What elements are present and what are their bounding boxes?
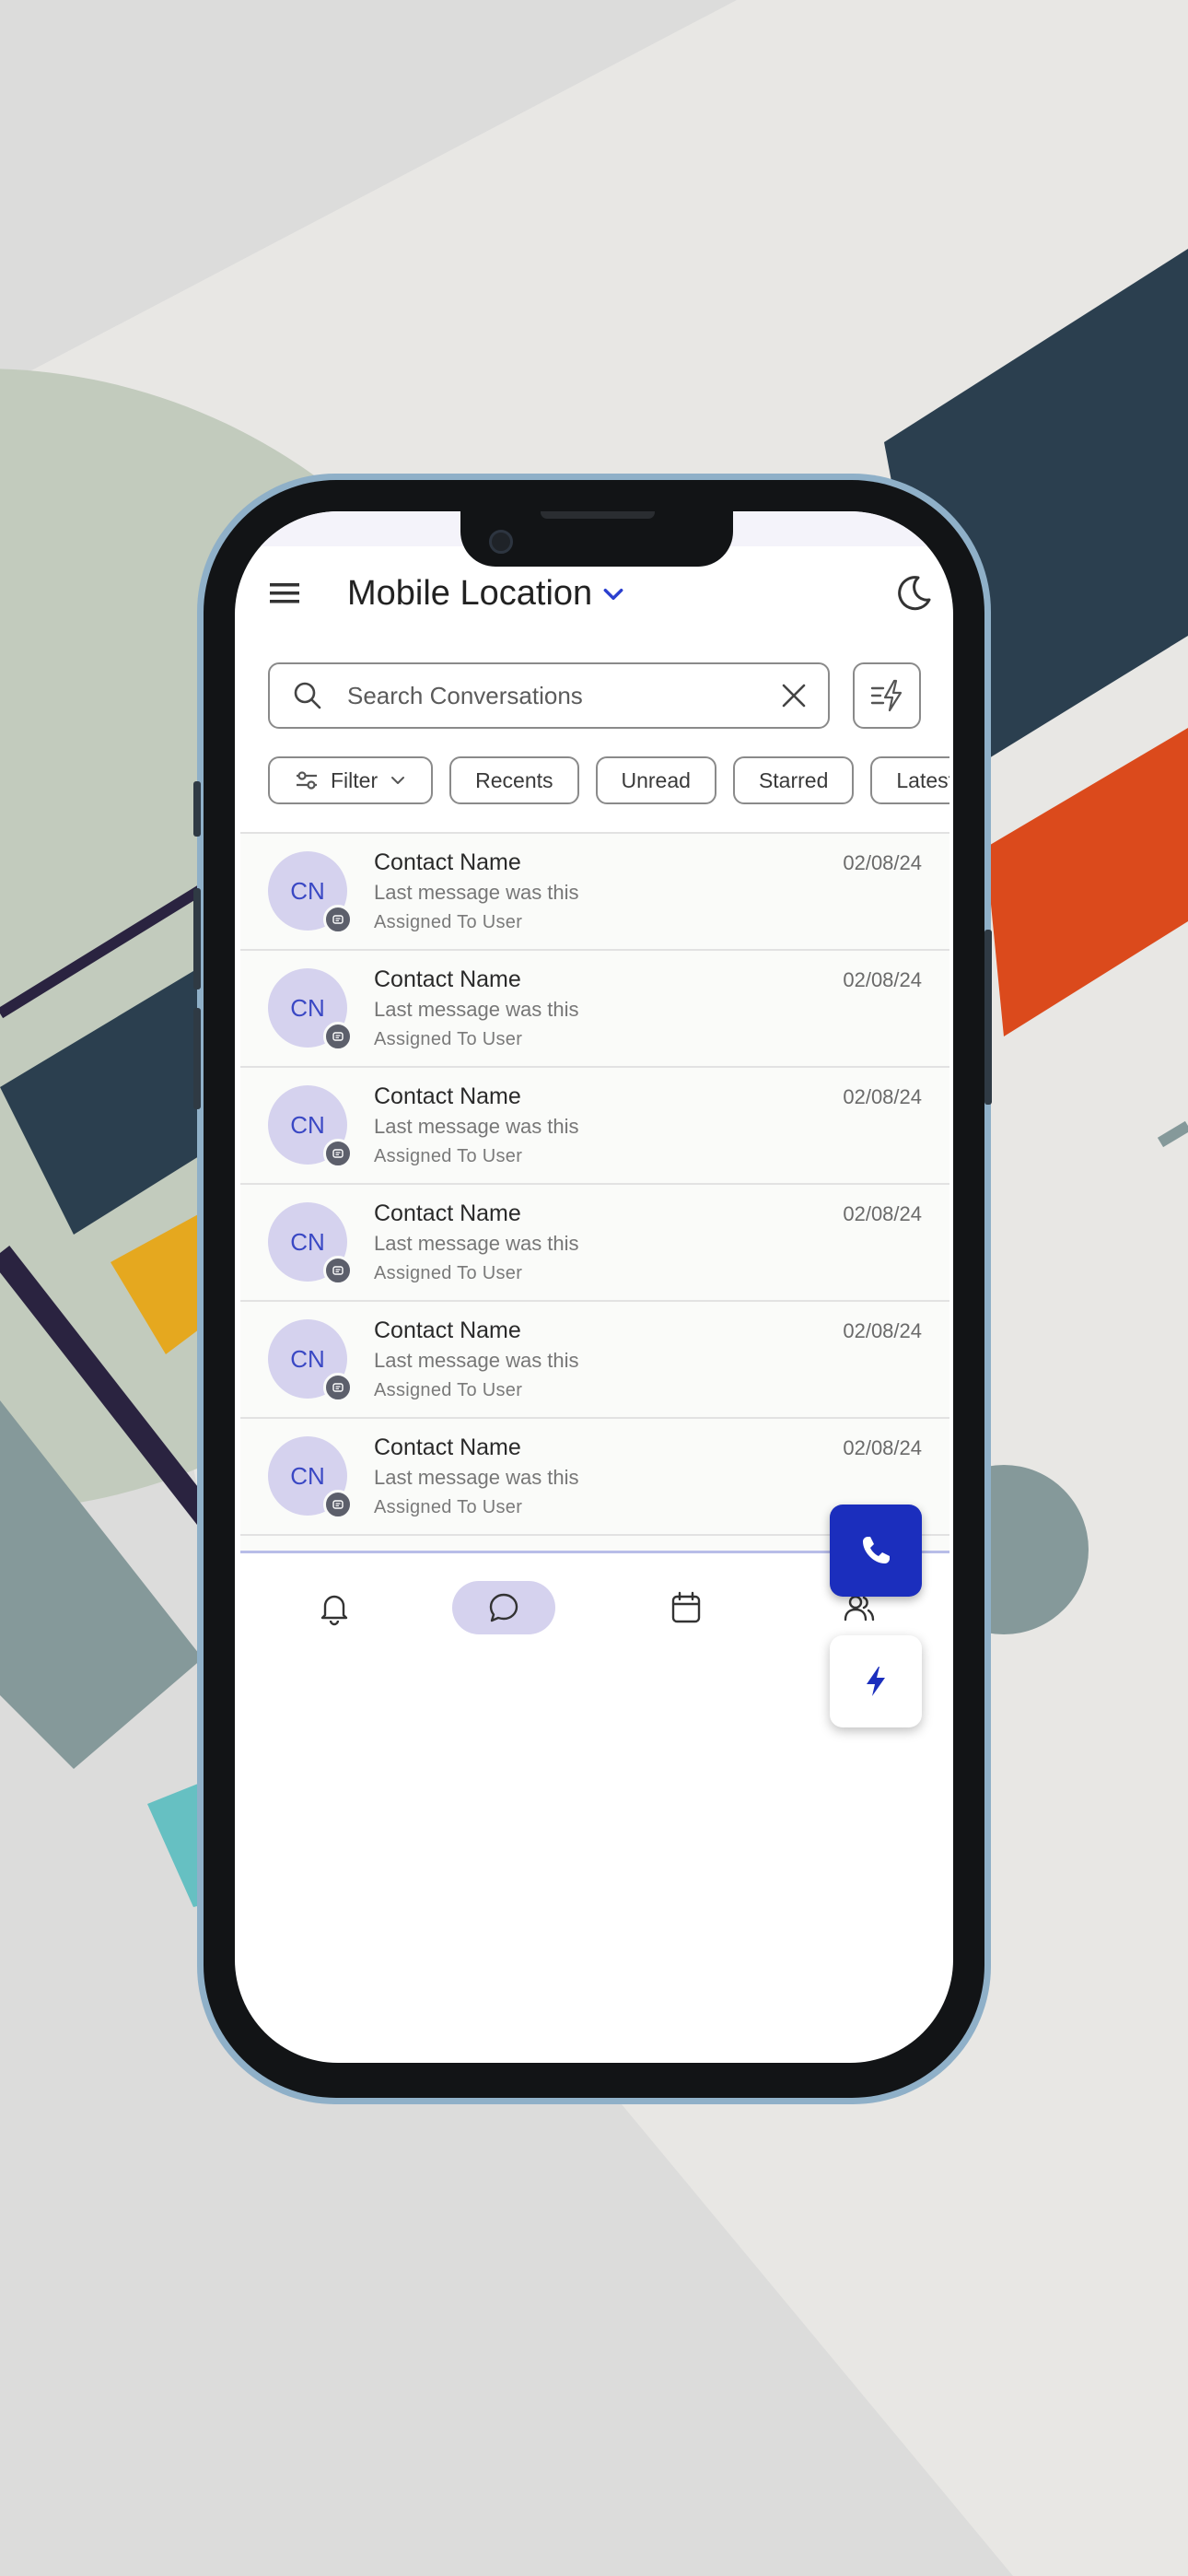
last-message: Last message was this — [374, 1115, 579, 1138]
conversation-row[interactable]: CN Contact Name Last message was this Assig… — [240, 1302, 949, 1419]
avatar-initials: CN — [290, 1461, 325, 1490]
contact-name: Contact Name — [374, 966, 521, 992]
assigned-user: Assigned To User — [374, 1497, 523, 1517]
chip-label: Unread — [621, 767, 691, 792]
chip-unread[interactable]: Unread — [595, 756, 716, 804]
calendar-icon — [671, 1591, 701, 1623]
message-channel-icon — [332, 1032, 344, 1041]
assigned-user: Assigned To User — [374, 1146, 523, 1166]
lightning-icon — [867, 1667, 885, 1696]
speaker-grille — [541, 511, 655, 519]
message-date: 02/08/24 — [843, 1085, 922, 1108]
chevron-down-icon — [603, 588, 623, 600]
avatar-initials: CN — [290, 1227, 325, 1256]
channel-badge — [323, 1022, 353, 1051]
chip-label: Latest — [896, 767, 949, 792]
channel-badge — [323, 1373, 353, 1402]
message-channel-icon — [332, 1266, 344, 1275]
message-channel-icon — [332, 1383, 344, 1392]
contact-name: Contact Name — [374, 849, 521, 875]
conversation-row[interactable]: CN Contact Name Last message was this Assig… — [240, 834, 949, 951]
chat-icon — [489, 1593, 518, 1622]
moon-icon — [898, 576, 931, 611]
phone-frame: Mobile Location Search Conversations Fil… — [193, 474, 992, 2104]
last-message: Last message was this — [374, 1349, 579, 1372]
contact-name: Contact Name — [374, 1317, 521, 1343]
location-title: Mobile Location — [347, 574, 593, 613]
message-channel-icon — [332, 1500, 344, 1509]
chip-latest[interactable]: Latest — [870, 756, 949, 804]
nav-notifications[interactable] — [283, 1581, 386, 1634]
quick-actions-button[interactable] — [853, 662, 921, 729]
conversation-row[interactable]: CN Contact Name Last message was this Assig… — [240, 951, 949, 1068]
message-date: 02/08/24 — [843, 1436, 922, 1459]
message-date: 02/08/24 — [843, 1319, 922, 1342]
message-channel-icon — [332, 1149, 344, 1158]
conversation-row[interactable]: CN Contact Name Last message was this Assig… — [240, 1185, 949, 1302]
chip-label: Starred — [758, 767, 829, 792]
avatar-initials: CN — [290, 1344, 325, 1373]
avatar-initials: CN — [290, 876, 325, 905]
filter-chip-label: Filter — [331, 767, 379, 792]
dark-mode-toggle[interactable] — [892, 572, 935, 615]
chip-label: Recents — [475, 767, 553, 792]
power-button — [984, 930, 992, 1105]
last-message: Last message was this — [374, 998, 579, 1021]
contact-name: Contact Name — [374, 1083, 521, 1109]
phone-icon — [863, 1537, 890, 1563]
channel-badge — [323, 1490, 353, 1519]
contact-name: Contact Name — [374, 1434, 521, 1460]
sliders-icon — [297, 771, 317, 790]
chip-starred[interactable]: Starred — [732, 756, 855, 804]
avatar-initials: CN — [290, 1110, 325, 1139]
last-message: Last message was this — [374, 1232, 579, 1255]
nav-calendar[interactable] — [635, 1581, 738, 1634]
conversation-list[interactable]: CN Contact Name Last message was this Assig… — [240, 834, 949, 1551]
assigned-user: Assigned To User — [374, 1029, 523, 1049]
assigned-user: Assigned To User — [374, 1263, 523, 1283]
message-date: 02/08/24 — [843, 851, 922, 874]
channel-badge — [323, 905, 353, 934]
last-message: Last message was this — [374, 881, 579, 904]
message-date: 02/08/24 — [843, 968, 922, 991]
filter-chip-row: Filter Recents Unread Starred Latest — [268, 756, 949, 808]
nav-conversations[interactable] — [452, 1581, 555, 1634]
chip-recents[interactable]: Recents — [449, 756, 579, 804]
avatar-initials: CN — [290, 993, 325, 1022]
app-screen: Mobile Location Search Conversations Fil… — [235, 511, 953, 2063]
volume-up-button — [193, 888, 201, 989]
location-switcher[interactable]: Mobile Location — [347, 574, 625, 614]
volume-down-button — [193, 1008, 201, 1109]
chevron-down-icon — [391, 777, 405, 784]
assigned-user: Assigned To User — [374, 1380, 523, 1400]
channel-badge — [323, 1139, 353, 1168]
clear-search-icon[interactable] — [778, 680, 809, 711]
search-input[interactable] — [345, 680, 778, 711]
contact-name: Contact Name — [374, 1200, 521, 1226]
hamburger-icon — [270, 583, 299, 603]
search-bar — [268, 662, 830, 729]
call-button[interactable] — [830, 1505, 922, 1597]
assigned-user: Assigned To User — [374, 912, 523, 932]
side-button — [193, 781, 201, 837]
front-camera — [489, 530, 513, 554]
message-date: 02/08/24 — [843, 1202, 922, 1225]
last-message: Last message was this — [374, 1466, 579, 1489]
quick-action-button[interactable] — [830, 1635, 922, 1727]
filter-chip[interactable]: Filter — [268, 756, 434, 804]
channel-badge — [323, 1256, 353, 1285]
conversation-row[interactable]: CN Contact Name Last message was this Assig… — [240, 1068, 949, 1185]
bell-icon — [320, 1595, 348, 1626]
menu-button[interactable] — [268, 576, 305, 613]
search-icon — [294, 682, 321, 709]
message-channel-icon — [332, 915, 344, 924]
lightning-filter-icon — [870, 679, 903, 712]
